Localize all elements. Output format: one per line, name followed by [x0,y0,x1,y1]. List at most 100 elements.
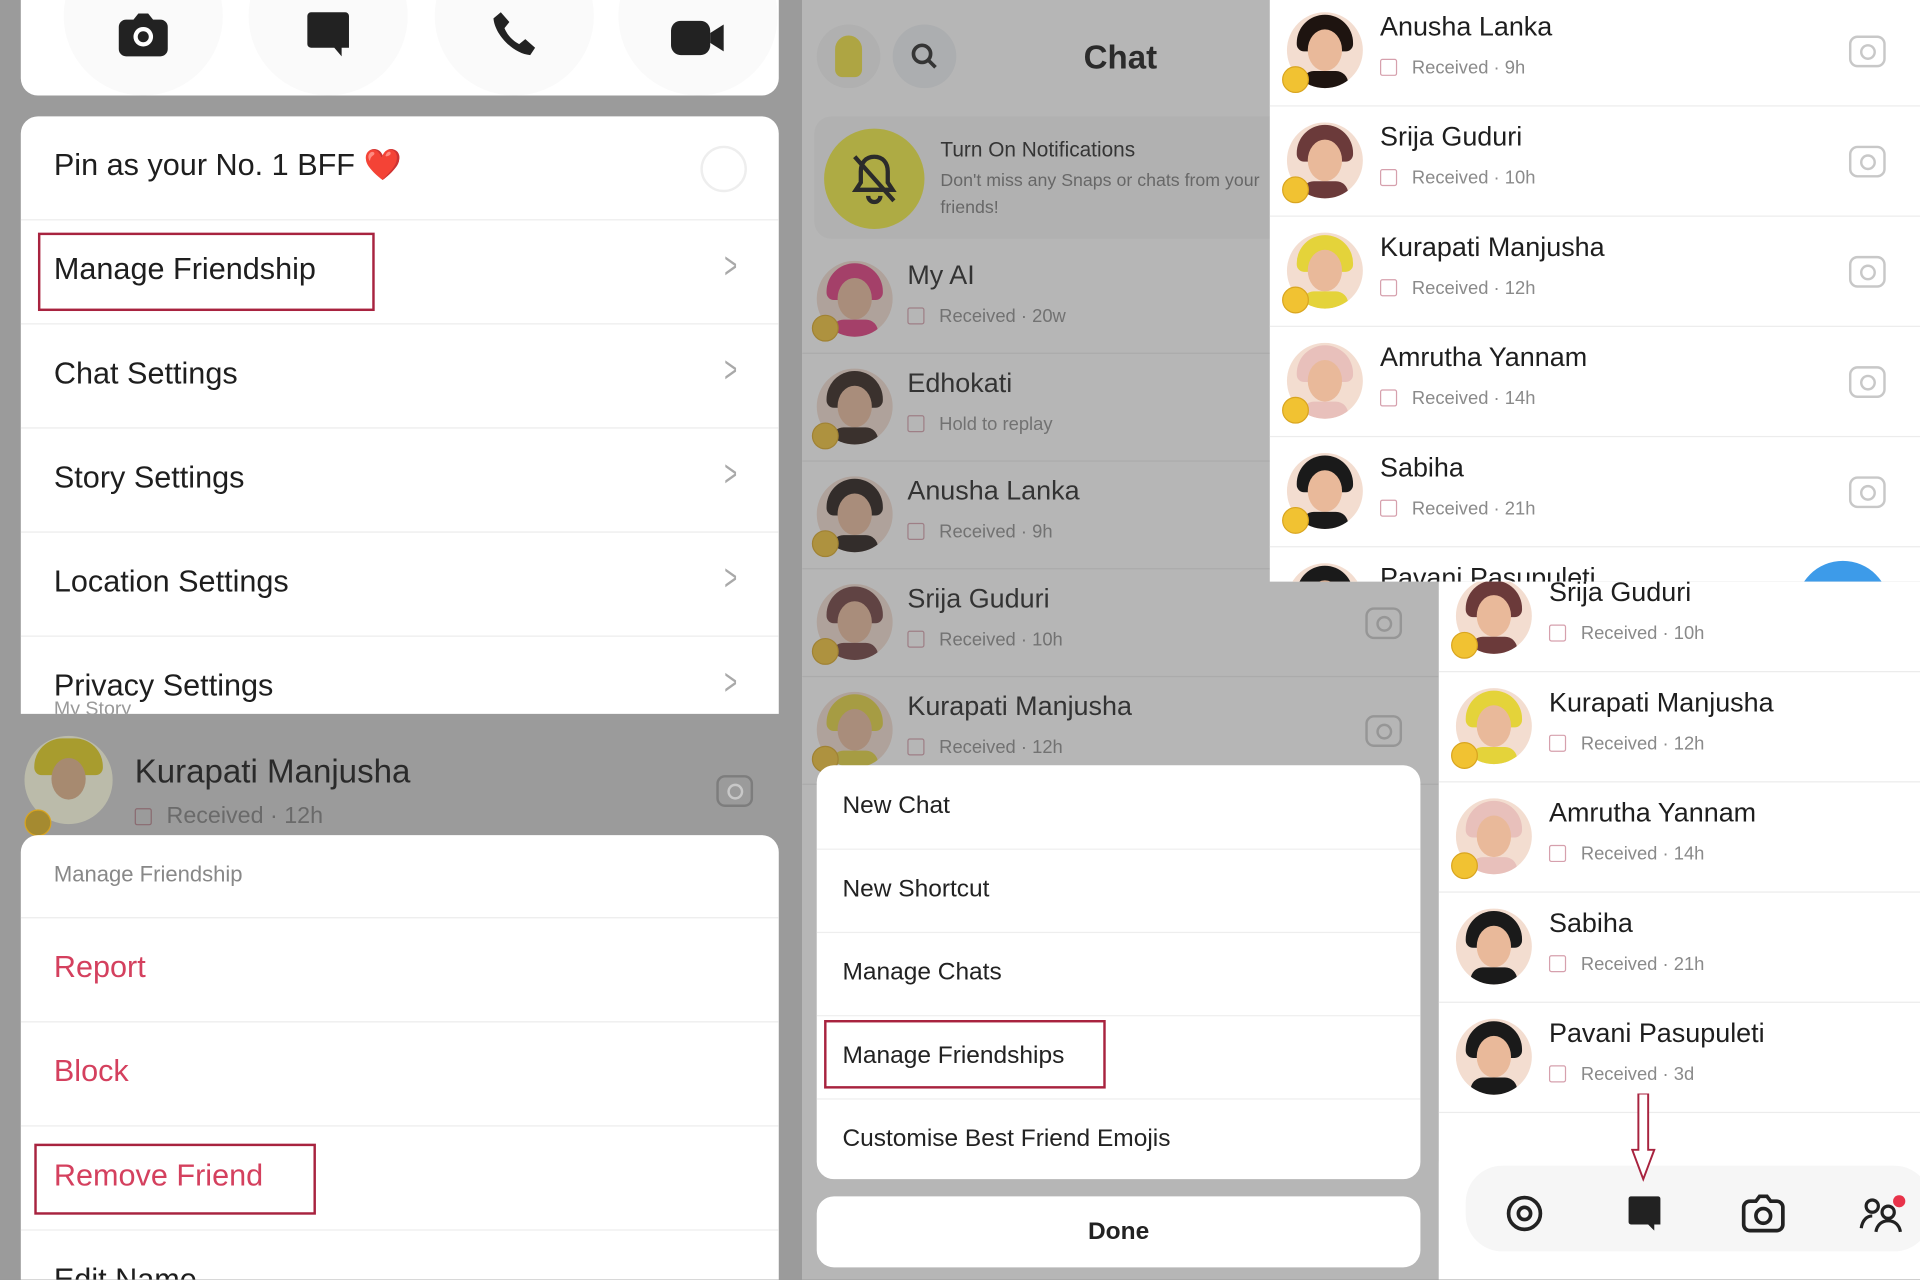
chat-row[interactable]: Sabiha Received · 21h [1438,891,1920,1003]
avatar-face [1307,249,1343,292]
settings-row[interactable]: Privacy Settings > My Story [21,636,779,714]
camera-button[interactable] [63,0,223,96]
separator: · [1015,521,1033,543]
camera-icon [118,13,168,57]
camera-icon[interactable] [1848,255,1886,288]
camera-icon[interactable] [1848,145,1886,178]
avatar-face [1476,705,1512,747]
chevron-right-icon: > [724,662,738,703]
chat-row[interactable]: Anusha Lanka Received · 9h [1269,0,1920,107]
chat-status: Received · 14h [1380,388,1535,409]
emoji-icon [811,530,839,558]
friend-name: Pavani Pasupuleti [1380,562,1596,582]
done-button[interactable]: Done [816,1196,1421,1268]
separator: · [1488,57,1505,79]
friend-name: Srija Guduri [1548,581,1692,608]
sheet-title: Manage Friendship [53,862,243,887]
chat-row[interactable]: Amrutha Yannam Received · 14h [1269,326,1920,438]
camera-icon[interactable] [1365,715,1403,747]
chat-row[interactable]: Pavani Pasupuleti Received · 3d [1438,1002,1920,1114]
chat-status: Hold to replay [907,413,1053,435]
time-text: 14h [1673,843,1705,865]
chat-row[interactable]: Sabiha Received · 21h [1269,436,1920,548]
chat-status: Received · 3d [1548,1064,1694,1085]
separator: · [1015,306,1033,327]
chat-row-background: Kurapati Manjusha Received · 12h [0,714,779,837]
chat-status: Received · 20w [907,306,1066,327]
manage-option[interactable]: Report [20,917,779,1023]
time-text: 10h [1032,629,1063,651]
pin-toggle[interactable] [700,145,747,193]
settings-row[interactable]: Chat Settings > [20,323,779,429]
chat-status: Received · 9h [1380,57,1525,79]
friends-icon[interactable] [1859,1195,1908,1234]
avatar [1455,908,1532,985]
chevron-right-icon: > [724,246,738,287]
video-icon [671,20,724,56]
bottom-nav [1438,1138,1920,1280]
pin-bff-row[interactable]: Pin as your No. 1 BFF ❤️ [20,116,779,221]
avatar-hair [1296,565,1354,582]
avatar-face [1307,139,1343,182]
chat-row[interactable]: Srija Guduri Received · 10h [1438,581,1920,673]
screen-title: Chat [1083,39,1158,76]
avatar-body [1470,1077,1518,1095]
chat-row[interactable]: Kurapati Manjusha Received · 12h [1269,216,1920,327]
camera-icon[interactable] [1848,35,1886,68]
chat-row[interactable]: Srija Guduri Received · 10h [1269,105,1920,217]
map-pin-icon[interactable] [1505,1194,1544,1233]
notification-body: Don't miss any Snaps or chats from your … [940,171,1260,218]
chat-button[interactable] [248,0,408,96]
snap-status-icon [1380,499,1398,517]
menu-item[interactable]: Manage Chats [816,932,1421,1017]
separator: · [1015,629,1033,651]
video-call-button[interactable] [618,0,778,96]
settings-row[interactable]: Story Settings > [20,427,779,533]
search-button[interactable] [892,24,957,89]
avatar-face [837,385,872,428]
chat-row[interactable]: Srija Guduri Received · 10h [802,568,1439,678]
status-text: Hold to replay [939,413,1053,435]
emoji-icon [811,314,839,342]
snap-status-icon [1548,844,1567,863]
emoji-icon [1451,631,1478,659]
chat-row[interactable]: Amrutha Yannam Received · 14h [1438,781,1920,893]
friend-name: Srija Guduri [907,582,1050,614]
settings-label: Location Settings [53,564,289,599]
menu-item[interactable]: New Chat [816,765,1421,850]
notification-title: Turn On Notifications [940,138,1136,162]
menu-item[interactable]: Customise Best Friend Emojis [817,1098,1421,1179]
snap-status-icon [907,630,925,648]
chat-row[interactable]: Kurapati Manjusha Received · 12h [1438,671,1920,783]
call-button[interactable] [434,0,594,96]
camera-icon[interactable] [1365,607,1403,640]
menu-item[interactable]: New Shortcut [816,849,1421,934]
chat-status: Received · 10h [907,629,1063,651]
manage-option[interactable]: Block [20,1021,779,1127]
snap-status-icon [1380,58,1398,76]
settings-sublabel: My Story [53,699,132,714]
manage-option[interactable]: Edit Name [21,1229,779,1279]
profile-actions-card [20,0,779,96]
friend-name: Amrutha Yannam [1548,797,1757,828]
status-text: Received [1411,388,1489,409]
camera-icon[interactable] [1848,366,1886,398]
emoji-icon [1451,742,1478,769]
separator: · [1488,498,1505,520]
separator: · [1657,953,1674,975]
chat-status: Received · 10h [1548,623,1705,645]
time-text: 10h [1673,623,1705,645]
separator: · [1657,623,1674,645]
snap-status-icon [1548,1065,1567,1083]
camera-icon[interactable] [1740,1193,1787,1235]
friend-name: Amrutha Yannam [1380,341,1588,373]
camera-icon[interactable] [1848,476,1886,509]
time-text: 12h [1504,277,1536,299]
profile-button[interactable] [816,24,881,89]
time-text: 21h [1673,953,1705,975]
bitmoji-icon [835,35,863,78]
settings-row[interactable]: Location Settings > [20,531,779,637]
status-text: Received [939,737,1016,758]
chat-icon[interactable] [1627,1195,1661,1232]
emoji-icon [1451,852,1478,880]
